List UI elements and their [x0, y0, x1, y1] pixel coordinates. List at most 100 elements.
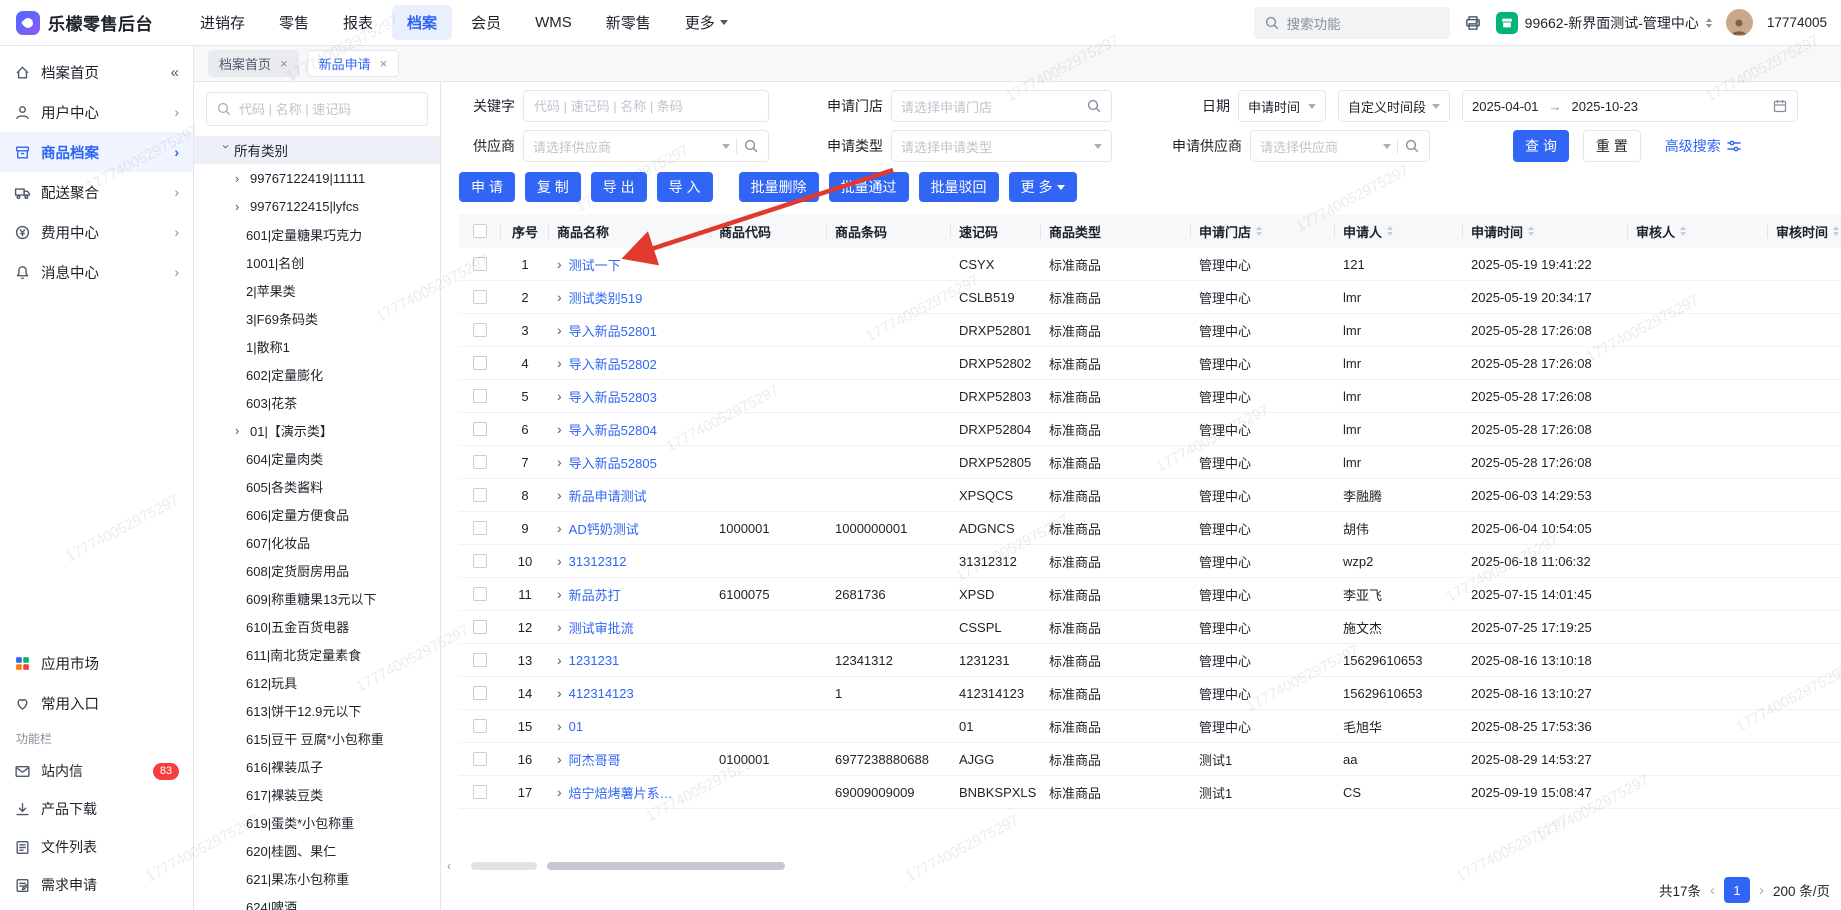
tree-item[interactable]: › › 624|啤酒 — [194, 892, 440, 910]
expand-row-icon[interactable]: › — [557, 587, 562, 601]
tree-item[interactable]: › › 607|化妆品 — [194, 528, 440, 556]
tab-archive-home[interactable]: 档案首页 × — [208, 50, 299, 77]
tab-new-product-request[interactable]: 新品申请 × — [306, 50, 400, 77]
row-checkbox[interactable] — [473, 554, 487, 568]
advanced-search-link[interactable]: 高级搜索 — [1665, 136, 1742, 156]
row-checkbox[interactable] — [473, 686, 487, 700]
sort-icon[interactable] — [1833, 226, 1840, 236]
batch-reject-button[interactable]: 批量驳回 — [918, 172, 999, 202]
tree-item[interactable]: › › 620|桂圆、果仁 — [194, 836, 440, 864]
date-mode-select[interactable]: 自定义时间段 — [1338, 90, 1450, 122]
expand-row-icon[interactable]: › — [557, 455, 562, 469]
expand-row-icon[interactable]: › — [557, 323, 562, 337]
reset-button[interactable]: 重 置 — [1582, 130, 1641, 162]
row-checkbox[interactable] — [473, 488, 487, 502]
export-button[interactable]: 导 出 — [590, 172, 647, 202]
expand-row-icon[interactable]: › — [557, 554, 562, 568]
expand-row-icon[interactable]: › — [557, 686, 562, 700]
expand-row-icon[interactable]: › — [557, 488, 562, 502]
apply-type-select[interactable]: 请选择申请类型 — [891, 130, 1112, 162]
search-icon[interactable] — [743, 138, 759, 154]
expand-row-icon[interactable]: › — [557, 422, 562, 436]
tree-item[interactable]: › › 608|定货厨房用品 — [194, 556, 440, 584]
tree-item[interactable]: › › 613|饼干12.9元以下 — [194, 696, 440, 724]
sidebar-item-inbox[interactable]: 站内信 83 — [0, 752, 193, 790]
tree-item[interactable]: › › 1001|名创 — [194, 248, 440, 276]
product-name-link[interactable]: AD钙奶测试 — [569, 519, 639, 538]
row-checkbox[interactable] — [473, 356, 487, 370]
nav-item-more[interactable]: 更多 — [670, 5, 743, 40]
sidebar-item-product-download[interactable]: 产品下载 — [0, 790, 193, 828]
chevron-down-icon[interactable]: › — [219, 144, 234, 159]
row-checkbox[interactable] — [473, 323, 487, 337]
tree-item[interactable]: › › 616|裸装瓜子 — [194, 752, 440, 780]
product-name-link[interactable]: 新品申请测试 — [569, 486, 647, 505]
search-icon[interactable] — [1086, 98, 1102, 114]
horizontal-scrollbar[interactable]: ‹ — [447, 860, 1831, 872]
tree-item[interactable]: › › 01|【演示类】 — [194, 416, 440, 444]
scrollbar-track[interactable] — [455, 861, 1831, 871]
app-logo[interactable]: 乐檬零售后台 — [16, 10, 153, 35]
tree-item[interactable]: › › 615|豆干 豆腐*小包称重 — [194, 724, 440, 752]
sort-icon[interactable] — [1528, 226, 1535, 236]
tree-item[interactable]: › › 所有类别 — [194, 136, 440, 164]
tree-item[interactable]: › › 3|F69条码类 — [194, 304, 440, 332]
row-checkbox[interactable] — [473, 521, 487, 535]
date-type-select[interactable]: 申请时间 — [1238, 90, 1326, 122]
more-actions-button[interactable]: 更 多 — [1008, 172, 1078, 202]
tree-item[interactable]: › › 2|苹果类 — [194, 276, 440, 304]
product-name-link[interactable]: 导入新品52802 — [569, 354, 657, 373]
apply-button[interactable]: 申 请 — [459, 172, 515, 202]
nav-item-members[interactable]: 会员 — [456, 5, 516, 40]
product-name-link[interactable]: 导入新品52804 — [569, 420, 657, 439]
sidebar-item-app-market[interactable]: 应用市场 — [0, 643, 193, 683]
batch-delete-button[interactable]: 批量删除 — [738, 172, 819, 202]
tree-item[interactable]: › › 612|玩具 — [194, 668, 440, 696]
tree-item[interactable]: › › 609|称重糖果13元以下 — [194, 584, 440, 612]
tree-item[interactable]: › › 606|定量方便食品 — [194, 500, 440, 528]
nav-item-wms[interactable]: WMS — [520, 7, 587, 38]
row-checkbox[interactable] — [473, 422, 487, 436]
expand-row-icon[interactable]: › — [557, 290, 562, 304]
sort-icon[interactable] — [1256, 226, 1263, 236]
close-icon[interactable]: × — [380, 57, 388, 70]
supplier-select[interactable]: 请选择供应商 — [523, 130, 769, 162]
row-checkbox[interactable] — [473, 719, 487, 733]
product-name-link[interactable]: 测试审批流 — [569, 618, 634, 637]
tree-item[interactable]: › › 617|裸装豆类 — [194, 780, 440, 808]
tree-item[interactable]: › › 601|定量糖果巧克力 — [194, 220, 440, 248]
row-checkbox[interactable] — [473, 257, 487, 271]
store-switcher[interactable]: 99662-新界面测试-管理中心 — [1495, 11, 1712, 34]
row-checkbox[interactable] — [473, 587, 487, 601]
nav-item-archives[interactable]: 档案 — [392, 5, 453, 40]
expand-row-icon[interactable]: › — [557, 785, 562, 799]
sidebar-item-message-center[interactable]: 消息中心 › — [0, 252, 193, 292]
product-name-link[interactable]: 新品苏打 — [569, 585, 621, 604]
tree-item[interactable]: › › 1|散称1 — [194, 332, 440, 360]
row-checkbox[interactable] — [473, 455, 487, 469]
tree-item[interactable]: › › 610|五金百货电器 — [194, 612, 440, 640]
product-name-link[interactable]: 1231231 — [569, 653, 620, 668]
product-name-link[interactable]: 测试类别519 — [569, 288, 643, 307]
expand-row-icon[interactable]: › — [557, 719, 562, 733]
sort-icon[interactable] — [1387, 226, 1394, 236]
expand-row-icon[interactable]: › — [557, 356, 562, 370]
product-name-link[interactable]: 31312312 — [569, 554, 627, 569]
tree-search-input[interactable] — [239, 101, 418, 117]
apply-store-select[interactable]: 请选择申请门店 — [891, 90, 1112, 122]
chevron-right-icon[interactable]: › — [235, 424, 250, 437]
row-checkbox[interactable] — [473, 290, 487, 304]
nav-item-inventory[interactable]: 进销存 — [185, 5, 260, 40]
row-checkbox[interactable] — [473, 389, 487, 403]
sidebar-item-expense-center[interactable]: 费用中心 › — [0, 212, 193, 252]
scrollbar-thumb[interactable] — [547, 862, 785, 870]
prev-page-button[interactable]: ‹ — [1710, 883, 1715, 898]
sidebar-item-request[interactable]: 需求申请 — [0, 866, 193, 904]
sidebar-item-favorites[interactable]: 常用入口 — [0, 683, 193, 723]
apply-supplier-select[interactable]: 请选择供应商 — [1250, 130, 1430, 162]
row-checkbox[interactable] — [473, 785, 487, 799]
sort-icon[interactable] — [1680, 226, 1687, 236]
product-name-link[interactable]: 导入新品52805 — [569, 453, 657, 472]
import-button[interactable]: 导 入 — [656, 172, 713, 202]
nav-item-new-retail[interactable]: 新零售 — [591, 5, 666, 40]
